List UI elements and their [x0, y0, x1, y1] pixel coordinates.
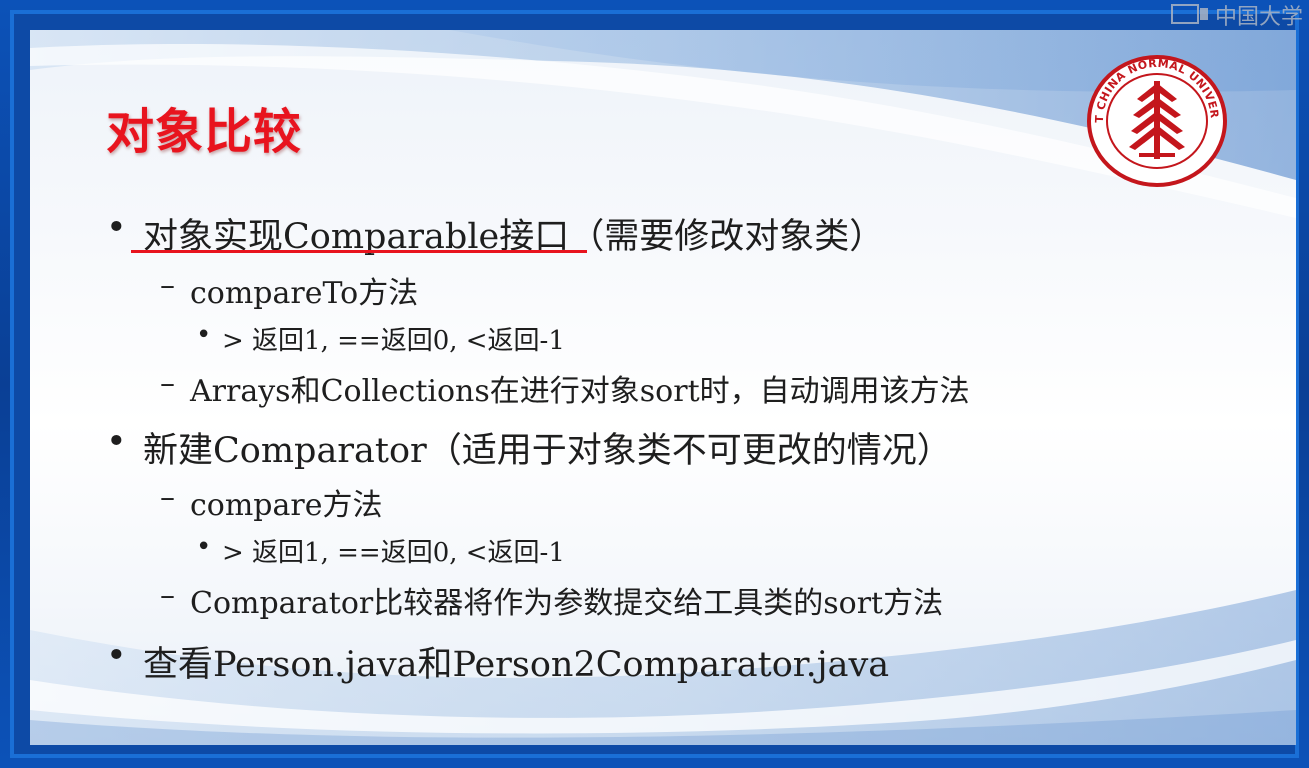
sub-bullet-text: compareTo方法 [190, 276, 419, 311]
dash-marker: – [160, 366, 175, 401]
bullet-dot: • [196, 320, 212, 350]
bullet-dot: • [106, 636, 127, 676]
dash-marker: – [160, 268, 175, 303]
dash-marker: – [160, 578, 175, 613]
bullet-dot: • [106, 208, 127, 248]
sub-bullet-text: Arrays和Collections在进行对象sort时，自动调用该方法 [190, 374, 970, 409]
sub-sub-bullet-text: > 返回1, ==返回0, <返回-1 [222, 326, 565, 356]
sub-bullet-text: Comparator比较器将作为参数提交给工具类的sort方法 [190, 586, 944, 621]
slide-content: • 对象实现Comparable接口（需要修改对象类） – compareTo方… [0, 0, 1309, 768]
emphasis-underline [131, 250, 587, 253]
sub-bullet-text: compare方法 [190, 488, 383, 523]
bullet-dot: • [106, 422, 127, 462]
dash-marker: – [160, 480, 175, 515]
bullet-text: 查看Person.java和Person2Comparator.java [143, 645, 890, 685]
sub-sub-bullet-text: > 返回1, ==返回0, <返回-1 [222, 538, 565, 568]
bullet-text: 新建Comparator（适用于对象类不可更改的情况） [143, 431, 952, 471]
bullet-dot: • [196, 532, 212, 562]
